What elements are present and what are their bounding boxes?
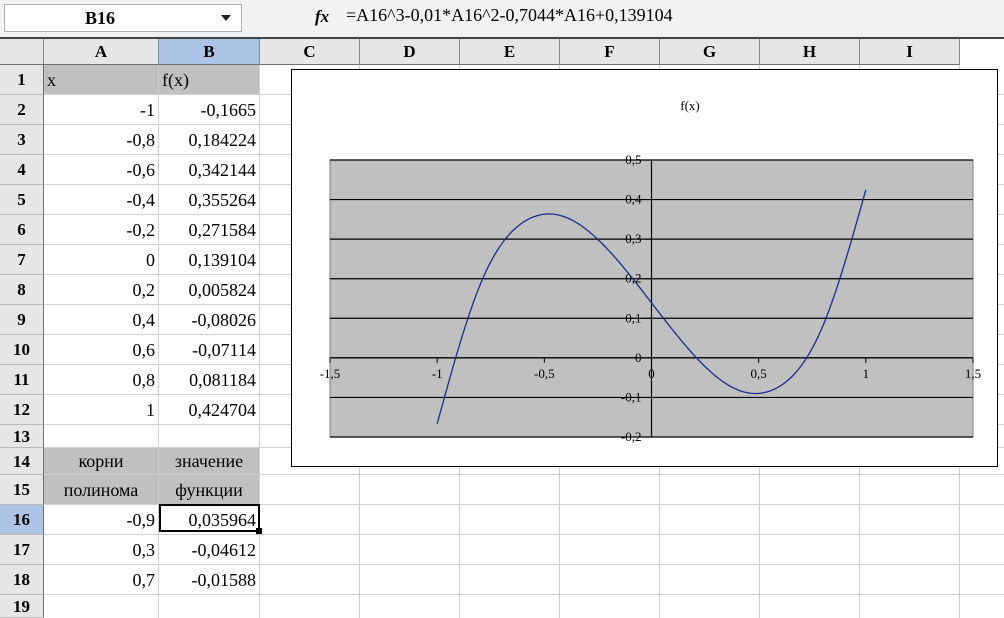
row-header-19[interactable]: 19 <box>0 595 44 618</box>
y-tick-label: 0,5 <box>625 152 641 167</box>
cell-b2[interactable]: -0,1665 <box>162 95 257 125</box>
column-header-a[interactable]: A <box>44 39 159 65</box>
x-tick-label: -1,5 <box>320 366 341 381</box>
y-tick-label: 0,4 <box>625 192 642 207</box>
row-header-3[interactable]: 3 <box>0 125 44 155</box>
gridline-vertical <box>158 65 159 618</box>
cell-b4[interactable]: 0,342144 <box>162 155 257 185</box>
y-tick-label: 0 <box>635 350 642 365</box>
formula-bar: B16 fx =A16^3-0,01*A16^2-0,7044*A16+0,13… <box>0 0 1004 39</box>
chart-title: f(x) <box>680 98 700 113</box>
cell-b18[interactable]: -0,01588 <box>162 565 257 595</box>
cell-a9[interactable]: 0,4 <box>47 305 156 335</box>
cell-b14[interactable]: значение <box>162 448 256 475</box>
cell-a17[interactable]: 0,3 <box>47 535 156 565</box>
cell-b3[interactable]: 0,184224 <box>162 125 257 155</box>
y-tick-label: 0,3 <box>625 231 641 246</box>
row-header-14[interactable]: 14 <box>0 448 44 475</box>
x-tick-label: 0,5 <box>751 366 767 381</box>
cell-b15[interactable]: функции <box>162 475 256 505</box>
select-all-corner[interactable] <box>0 39 44 65</box>
row-header-10[interactable]: 10 <box>0 335 44 365</box>
active-cell-border <box>159 504 260 532</box>
row-header-5[interactable]: 5 <box>0 185 44 215</box>
row-header-9[interactable]: 9 <box>0 305 44 335</box>
name-box-value: B16 <box>85 8 116 28</box>
cell-a11[interactable]: 0,8 <box>47 365 156 395</box>
cell-b5[interactable]: 0,355264 <box>162 185 257 215</box>
row-header-13[interactable]: 13 <box>0 425 44 448</box>
row-header-4[interactable]: 4 <box>0 155 44 185</box>
chart[interactable]: -1,5 -1 -0,5 0 0,5 1 1,5 -0,2 -0,1 0 0,1 0,2 0,3 0,4 0… <box>291 69 998 467</box>
formula-input[interactable]: =A16^3-0,01*A16^2-0,7044*A16+0,139104 <box>346 5 673 26</box>
y-tick-label: -0,2 <box>621 429 642 444</box>
x-tick-label: 0 <box>648 366 655 381</box>
cell-b9[interactable]: -0,08026 <box>162 305 257 335</box>
cell-a1[interactable]: x <box>47 65 155 95</box>
row-header-16[interactable]: 16 <box>0 505 44 535</box>
x-tick-label: 1 <box>863 366 870 381</box>
cell-b12[interactable]: 0,424704 <box>162 395 257 425</box>
column-header-f[interactable]: F <box>560 39 660 65</box>
chevron-down-icon[interactable] <box>221 15 231 21</box>
cell-b1[interactable]: f(x) <box>162 65 256 95</box>
column-header-b[interactable]: B <box>159 39 260 65</box>
fill-handle[interactable] <box>256 528 262 534</box>
y-tick-label: 0,1 <box>625 310 641 325</box>
cell-a12[interactable]: 1 <box>47 395 155 425</box>
gridline-vertical <box>259 65 260 618</box>
cell-a16[interactable]: -0,9 <box>47 505 156 535</box>
column-header-i[interactable]: I <box>860 39 960 65</box>
cell-b17[interactable]: -0,04612 <box>162 535 257 565</box>
function-icon[interactable]: fx <box>315 7 329 27</box>
row-header-7[interactable]: 7 <box>0 245 44 275</box>
cell-a5[interactable]: -0,4 <box>47 185 156 215</box>
cell-a10[interactable]: 0,6 <box>47 335 156 365</box>
row-header-11[interactable]: 11 <box>0 365 44 395</box>
cell-a15[interactable]: полинома <box>47 475 155 505</box>
row-header-6[interactable]: 6 <box>0 215 44 245</box>
cell-a4[interactable]: -0,6 <box>47 155 156 185</box>
y-tick-label: -0,1 <box>621 389 642 404</box>
cell-b11[interactable]: 0,081184 <box>162 365 256 395</box>
cell-a8[interactable]: 0,2 <box>47 275 156 305</box>
row-header-1[interactable]: 1 <box>0 65 44 95</box>
x-tick-label: -0,5 <box>534 366 555 381</box>
cell-b8[interactable]: 0,005824 <box>162 275 257 305</box>
column-header-h[interactable]: H <box>760 39 860 65</box>
row-header-12[interactable]: 12 <box>0 395 44 425</box>
row-header-2[interactable]: 2 <box>0 95 44 125</box>
row-header-8[interactable]: 8 <box>0 275 44 305</box>
cell-b10[interactable]: -0,07114 <box>162 335 256 365</box>
cell-a7[interactable]: 0 <box>47 245 155 275</box>
row-header-17[interactable]: 17 <box>0 535 44 565</box>
name-box[interactable]: B16 <box>4 4 242 32</box>
column-header-c[interactable]: C <box>260 39 360 65</box>
row-header-18[interactable]: 18 <box>0 565 44 595</box>
row-header-15[interactable]: 15 <box>0 475 44 505</box>
column-header-g[interactable]: G <box>660 39 760 65</box>
x-tick-label: 1,5 <box>965 366 981 381</box>
column-header-d[interactable]: D <box>360 39 460 65</box>
cell-b7[interactable]: 0,139104 <box>162 245 257 275</box>
cell-a3[interactable]: -0,8 <box>47 125 156 155</box>
cell-a18[interactable]: 0,7 <box>47 565 156 595</box>
cell-a14[interactable]: корни <box>47 448 155 475</box>
cell-a6[interactable]: -0,2 <box>47 215 156 245</box>
x-tick-label: -1 <box>432 366 443 381</box>
cell-a2[interactable]: -1 <box>47 95 155 125</box>
chart-svg: -1,5 -1 -0,5 0 0,5 1 1,5-0,2-0,100,10,20,30,40… <box>320 98 981 444</box>
cell-b6[interactable]: 0,271584 <box>162 215 257 245</box>
column-header-e[interactable]: E <box>460 39 560 65</box>
